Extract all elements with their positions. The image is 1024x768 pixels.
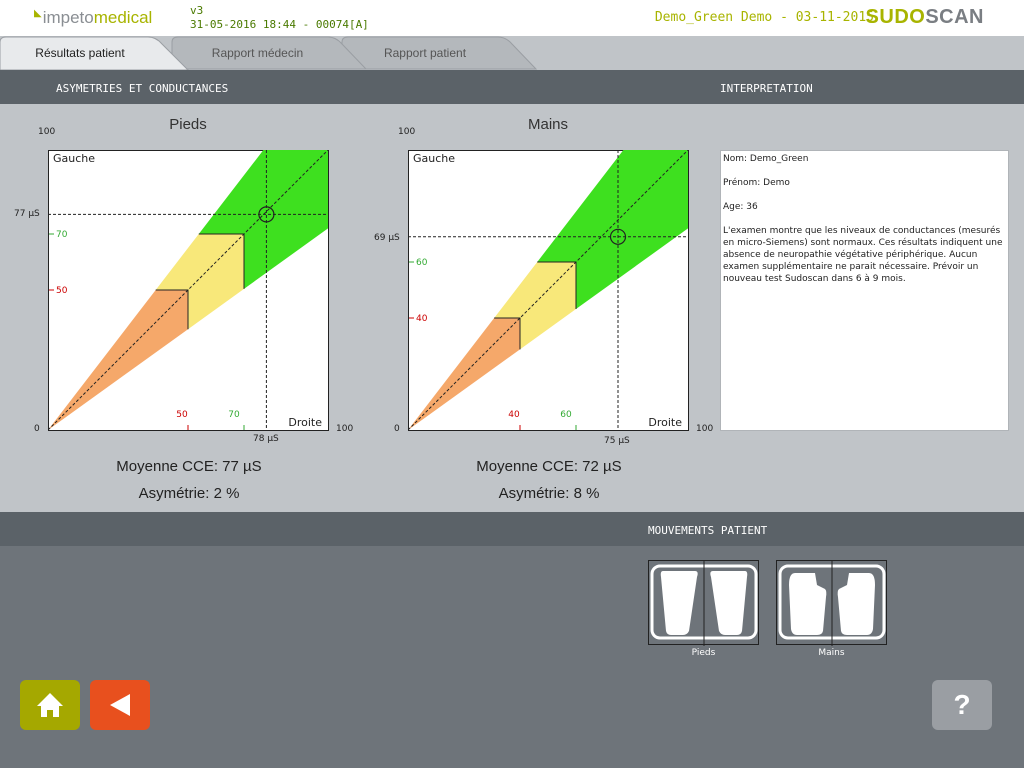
mains-bottom-value-label: 75 µS: [604, 436, 630, 446]
mains-chart-title: Mains: [527, 116, 568, 133]
asym-section-bar: ASYMETRIES ET CONDUCTANCES INTERPRETATIO…: [0, 70, 1024, 104]
interpretation-text-box: Nom: Demo_Green Prénom: Demo Age: 36 L'e…: [720, 150, 1009, 431]
pieds-x-red-label: 50: [176, 410, 188, 420]
version-info: v3 31-05-2016 18:44 - 00074[A]: [190, 4, 369, 32]
pieds-x-max: 100: [336, 424, 354, 434]
hands-plates-label: Mains: [818, 648, 845, 658]
mains-origin: 0: [394, 424, 400, 434]
patient-info: Demo_Green Demo - 03-11-2015: [654, 10, 874, 25]
pieds-chart-title: Pieds: [169, 116, 207, 133]
tab-rapport-medecin[interactable]: Rapport médecin: [170, 36, 370, 70]
interp-prenom: Prénom: Demo: [723, 178, 790, 188]
tab-bar: Rapport patient Rapport médecin Résultat…: [0, 36, 1024, 70]
exam-datetime: 31-05-2016 18:44 - 00074[A]: [190, 18, 369, 31]
mains-x-green-label: 60: [560, 410, 572, 420]
movements-section-bar: MOUVEMENTS PATIENT: [0, 512, 1024, 546]
tab-rapport-patient[interactable]: Rapport patient: [340, 36, 540, 70]
mains-mean-cce: Moyenne CCE: 72 µS: [476, 458, 622, 475]
home-button[interactable]: [20, 680, 80, 730]
tab-resultats-patient[interactable]: Résultats patient: [0, 36, 200, 70]
interp-text: L'examen montre que les niveaux de condu…: [723, 226, 1003, 284]
mains-asymmetry: Asymétrie: 8 %: [498, 485, 600, 502]
feet-plates-label: Pieds: [691, 648, 716, 658]
interp-age: Age: 36: [723, 202, 758, 212]
mains-x-red-label: 40: [508, 410, 520, 420]
mains-y-axis-label: Gauche: [413, 152, 455, 165]
back-button[interactable]: [90, 680, 150, 730]
help-button[interactable]: ?: [932, 680, 992, 730]
pieds-asymmetry-chart: 50 70 50 70 Gauche Droite: [48, 150, 329, 431]
asym-section-title: ASYMETRIES ET CONDUCTANCES: [56, 82, 229, 95]
mains-y-max: 100: [398, 127, 416, 137]
home-icon: [37, 693, 63, 717]
pieds-y-red-label: 50: [56, 286, 68, 296]
pieds-asymmetry: Asymétrie: 2 %: [138, 485, 240, 502]
impeto-logo: ◣impetomedical: [34, 8, 153, 27]
pieds-x-green-label: 70: [228, 410, 240, 420]
hands-plates-indicator: [776, 560, 887, 646]
pieds-x-axis-label: Droite: [288, 416, 322, 429]
sudoscan-logo: SUDOSCAN: [865, 6, 984, 28]
hands-plates-icon: [778, 561, 886, 646]
pieds-origin: 0: [34, 424, 40, 434]
pieds-y-green-label: 70: [56, 230, 68, 240]
app-header: ◣impetomedical v3 31-05-2016 18:44 - 000…: [0, 0, 1024, 36]
pieds-y-max: 100: [38, 127, 56, 137]
pieds-left-value-label: 77 µS: [14, 209, 40, 219]
mains-y-red-label: 40: [416, 314, 428, 324]
feet-plates-indicator: [648, 560, 759, 646]
mains-left-value-label: 69 µS: [374, 233, 400, 243]
pieds-y-axis-label: Gauche: [53, 152, 95, 165]
mains-asymmetry-chart: 40 60 40 60 Gauche Droite: [408, 150, 689, 431]
version-number: v3: [190, 4, 204, 17]
movements-section-title: MOUVEMENTS PATIENT: [648, 524, 768, 537]
mains-x-axis-label: Droite: [648, 416, 682, 429]
back-arrow-icon: [110, 694, 130, 716]
mains-x-max: 100: [696, 424, 714, 434]
mains-y-green-label: 60: [416, 258, 428, 268]
interp-nom: Nom: Demo_Green: [723, 154, 809, 164]
interp-section-title: INTERPRETATION: [720, 82, 813, 95]
pieds-mean-cce: Moyenne CCE: 77 µS: [116, 458, 262, 475]
feet-plates-icon: [650, 561, 758, 646]
pieds-bottom-value-label: 78 µS: [253, 434, 279, 444]
